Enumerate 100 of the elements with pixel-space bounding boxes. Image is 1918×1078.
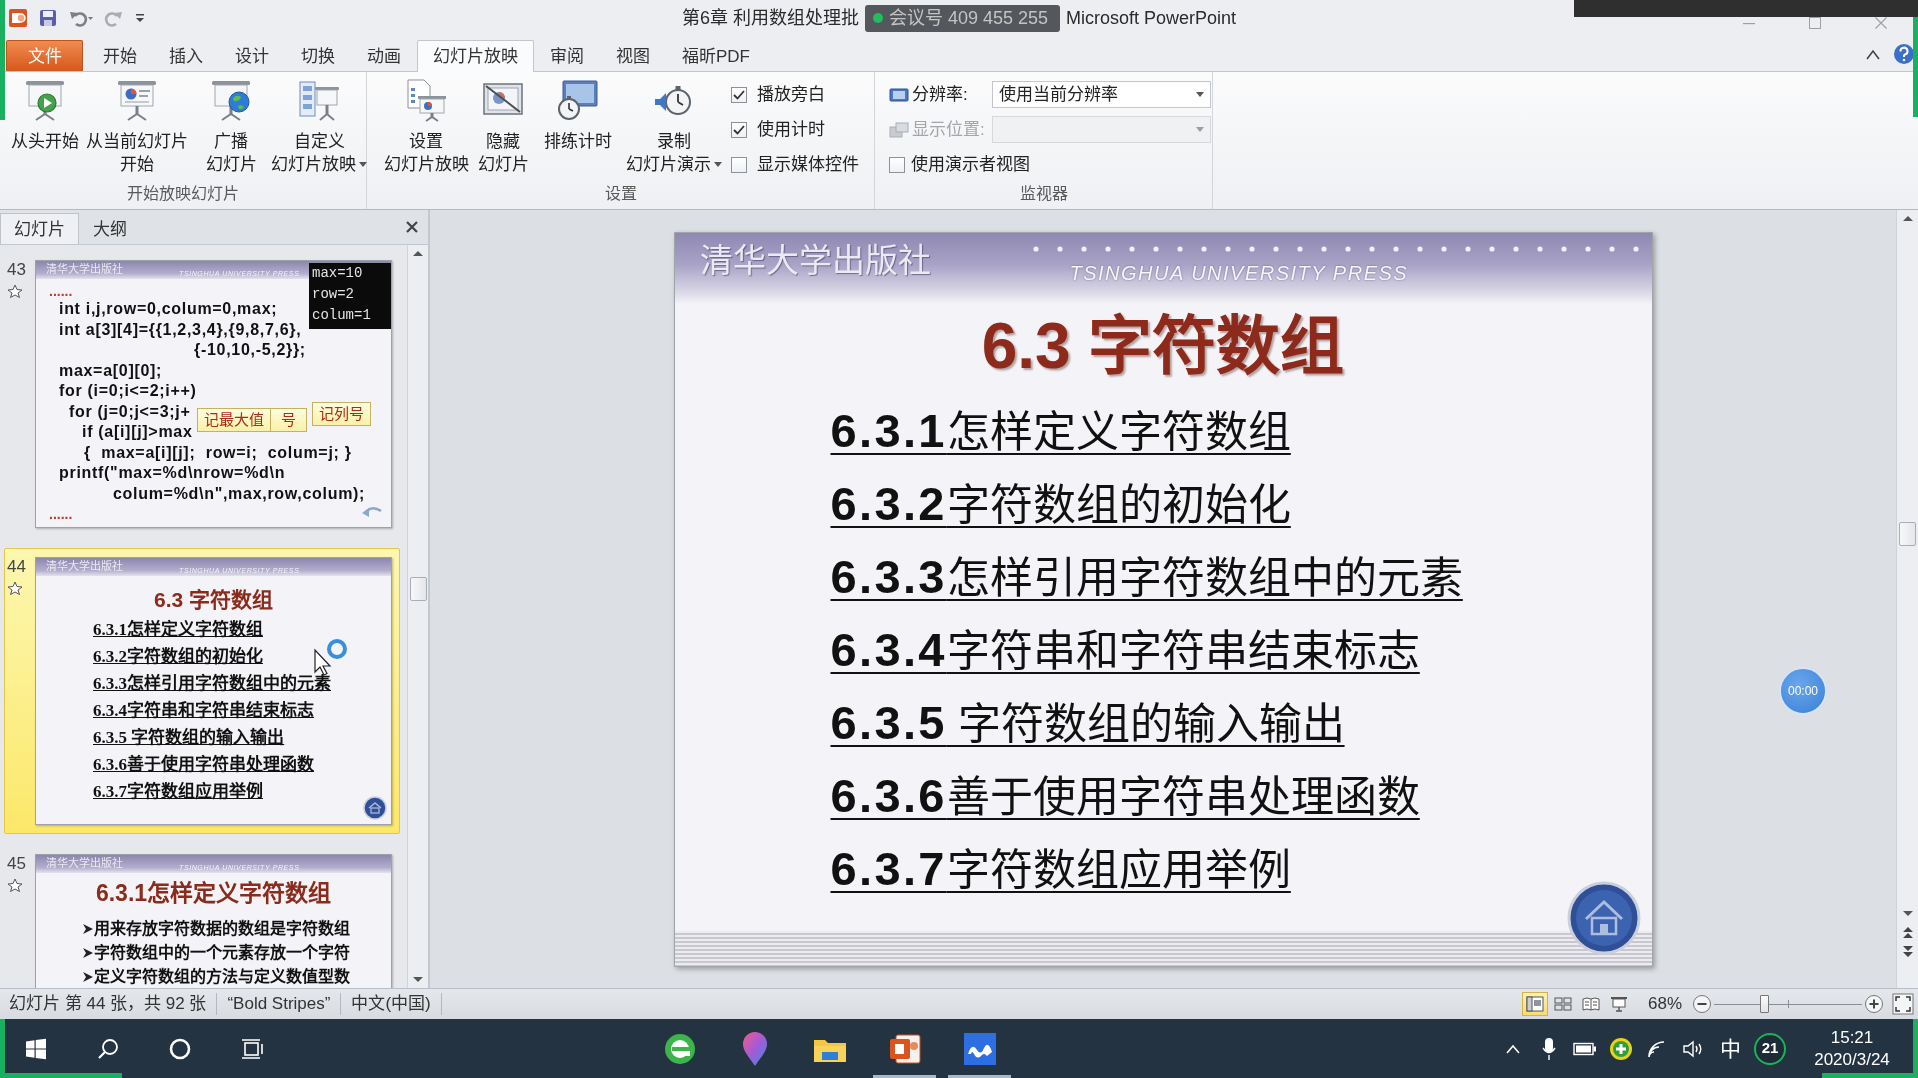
ribbon-button[interactable]: 设置 幻灯片放映: [378, 72, 474, 176]
code-line: for (j=0;j<=3;j+: [69, 401, 191, 422]
scroll-thumb[interactable]: [409, 577, 427, 601]
slide-number: 45: [7, 854, 26, 874]
busy-cursor-icon: [313, 638, 347, 676]
field-label: 显示位置:: [912, 118, 986, 141]
slide-number: 44: [7, 557, 26, 577]
dropdown-field[interactable]: 使用当前分辨率: [992, 81, 1211, 108]
ribbon-button[interactable]: 自定义 幻灯片放映: [272, 72, 366, 176]
ribbon-tab[interactable]: 动画: [351, 40, 417, 71]
ribbon-button[interactable]: 隐藏 幻灯片: [474, 72, 532, 176]
volume-icon[interactable]: [1682, 1038, 1704, 1059]
ribbon-button[interactable]: 录制 幻灯片演示: [624, 72, 724, 176]
scroll-up-icon[interactable]: [1901, 214, 1914, 222]
dot-row-icon: [1030, 243, 1641, 254]
microphone-icon[interactable]: [1542, 1036, 1556, 1061]
language-text[interactable]: 中文(中国): [341, 993, 442, 1015]
zoom-level[interactable]: 68%: [1647, 991, 1682, 1017]
screen-list-icon: [297, 78, 341, 122]
slide-link[interactable]: 6.3.7字符数组应用举例: [830, 831, 1291, 905]
slide-link[interactable]: 6.3.3怎样引用字符数组中的元素: [830, 539, 1463, 613]
notification-badge[interactable]: 21: [1754, 1032, 1786, 1065]
wave-app-icon[interactable]: [962, 1031, 997, 1066]
slide-link[interactable]: 6.3.1怎样定义字符数组: [830, 393, 1291, 467]
circle-icon[interactable]: [169, 1037, 191, 1060]
ribbon-button[interactable]: 从头开始: [6, 72, 84, 153]
slide-link: 6.3.5 字符数组的输入输出: [93, 727, 285, 749]
chevron-up-icon[interactable]: [1506, 1043, 1520, 1054]
ribbon-tab[interactable]: 插入: [153, 40, 219, 71]
task-view-icon[interactable]: [240, 1037, 264, 1060]
ribbon-tab[interactable]: 开始: [87, 40, 153, 71]
next-slide-icon[interactable]: [1901, 945, 1914, 959]
field-label: 分辨率:: [912, 83, 969, 106]
ribbon-tab[interactable]: 视图: [600, 40, 666, 71]
scroll-thumb[interactable]: [1899, 522, 1916, 546]
ribbon-tab[interactable]: 设计: [219, 40, 285, 71]
callout: 记最大值: [197, 408, 271, 432]
slide-number: 43: [7, 260, 26, 280]
scroll-up-icon[interactable]: [412, 249, 424, 257]
zoom-out-icon[interactable]: [1692, 994, 1712, 1014]
code-line: colum=%d\n",max,row,colum);: [113, 483, 366, 504]
slide-link[interactable]: 6.3.5 字符数组的输入输出: [830, 685, 1345, 759]
presentation-app-icon[interactable]: [887, 1031, 922, 1066]
ribbon-tab[interactable]: 福昕PDF: [666, 40, 766, 71]
ribbon-button[interactable]: 排练计时: [532, 72, 624, 153]
reading-view-icon: [1581, 996, 1600, 1012]
slide-link[interactable]: 6.3.2字符数组的初始化: [830, 466, 1291, 540]
bullet-arrow-icon: [82, 971, 94, 983]
ribbon-button[interactable]: 从当前幻灯片 开始: [84, 72, 190, 176]
clock[interactable]: 15:21 2020/3/24: [1793, 1024, 1911, 1073]
browser-icon[interactable]: [662, 1031, 697, 1066]
close-icon[interactable]: [405, 220, 419, 234]
bullet-arrow-icon: [82, 923, 94, 935]
checkbox[interactable]: [889, 156, 905, 173]
search-icon[interactable]: [97, 1037, 119, 1060]
slider-thumb[interactable]: [1760, 995, 1770, 1013]
return-arrow-icon: [361, 505, 383, 519]
input-method-indicator[interactable]: 中: [1711, 1019, 1749, 1078]
publisher-name: 清华大学出版社: [46, 857, 123, 870]
save-icon[interactable]: [38, 8, 58, 28]
console-line: colum=1: [312, 306, 371, 325]
meeting-id-text: 会议号 409 455 255: [888, 6, 1049, 30]
panel-tab[interactable]: 幻灯片: [0, 213, 79, 244]
battery-icon[interactable]: [1573, 1041, 1597, 1056]
plus-circle-icon[interactable]: [1609, 1036, 1633, 1061]
ribbon-button[interactable]: 广播 幻灯片: [190, 72, 272, 176]
collapse-ribbon-icon[interactable]: [1865, 47, 1881, 60]
ribbon-tab[interactable]: 审阅: [534, 40, 600, 71]
previous-slide-icon[interactable]: [1901, 925, 1914, 939]
home-icon[interactable]: [363, 796, 387, 820]
slide-link[interactable]: 6.3.4字符串和字符串结束标志: [830, 612, 1420, 686]
bullet-text: 用来存放字符数据的数组是字符数组: [94, 918, 350, 939]
zoom-in-icon[interactable]: [1864, 994, 1884, 1014]
windows-logo-icon[interactable]: [25, 1037, 47, 1060]
home-icon[interactable]: [1566, 880, 1641, 955]
ribbon-tab[interactable]: 幻灯片放映: [417, 40, 534, 72]
panel-tab[interactable]: 大纲: [79, 213, 141, 244]
ribbon-tab[interactable]: 切换: [285, 40, 351, 71]
slideshow-screen-icon: [115, 78, 159, 122]
slide-link: 6.3.7字符数组应用举例: [93, 781, 263, 803]
code-line: printf("max=%d\nrow=%d\n: [59, 463, 286, 483]
caret-icon: [1196, 92, 1204, 97]
scroll-down-icon[interactable]: [1901, 910, 1914, 918]
checkbox[interactable]: [731, 86, 747, 103]
slide-setup-icon: [404, 78, 448, 122]
slide-link[interactable]: 6.3.6善于使用字符串处理函数: [830, 758, 1420, 832]
checkbox[interactable]: [731, 121, 747, 138]
fit-window-icon[interactable]: [1892, 993, 1914, 1015]
console-line: row=2: [312, 285, 354, 304]
slide-link: 6.3.1怎样定义字符数组: [93, 619, 263, 641]
group-label: 监视器: [1019, 184, 1068, 204]
scroll-down-icon[interactable]: [412, 976, 424, 984]
caret-icon: [1196, 127, 1204, 132]
normal-view-button[interactable]: [1521, 992, 1548, 1016]
screen-globe-icon: [209, 78, 253, 122]
publisher-name: 清华大学出版社: [46, 263, 123, 276]
help-icon[interactable]: [1893, 42, 1915, 65]
checkbox[interactable]: [731, 156, 747, 173]
resolution-monitor-icon: [889, 86, 909, 103]
theme-name: “Bold Stripes”: [217, 993, 342, 1015]
